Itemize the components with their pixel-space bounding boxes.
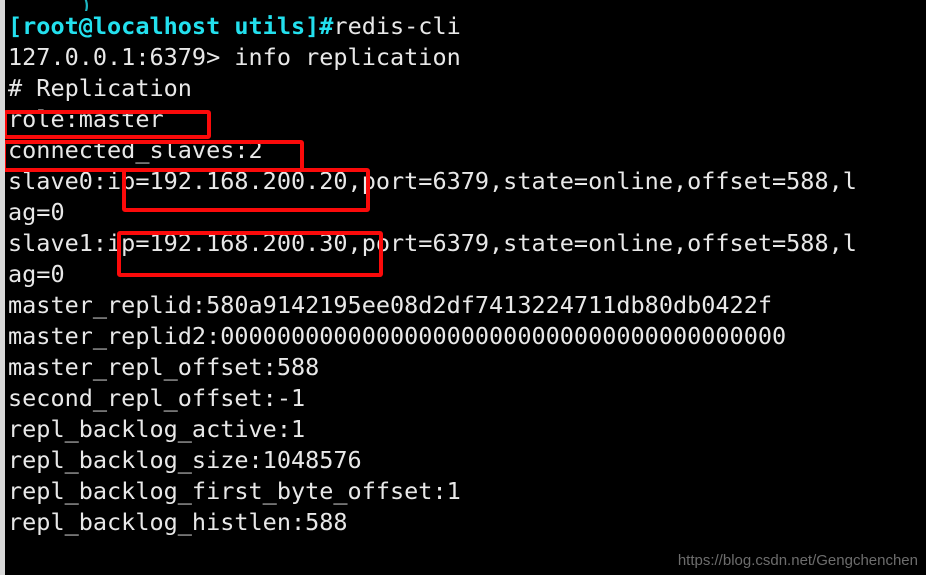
- master-replid-line: master_replid:580a9142195ee08d2df7413224…: [8, 290, 926, 321]
- repl-backlog-size-line: repl_backlog_size:1048576: [8, 445, 926, 476]
- partial-scrolled-line: ): [8, 0, 926, 11]
- master-repl-offset-line-seg-0: master_repl_offset:588: [8, 353, 320, 381]
- slave0-wrap-seg-0: ag=0: [8, 198, 65, 226]
- second-repl-offset-line-seg-0: second_repl_offset:-1: [8, 384, 306, 412]
- master-replid2-line-seg-0: master_replid2:0000000000000000000000000…: [8, 322, 787, 350]
- section-header: # Replication: [8, 73, 926, 104]
- prompt-line-seg-0: [root@localhost utils]#: [8, 12, 334, 40]
- command-line: 127.0.0.1:6379> info replication: [8, 42, 926, 73]
- highlight-slave1-ip: [117, 231, 383, 277]
- repl-backlog-histlen-line-seg-0: repl_backlog_histlen:588: [8, 508, 348, 536]
- repl-backlog-size-line-seg-0: repl_backlog_size:1048576: [8, 446, 362, 474]
- master-replid-line-seg-0: master_replid:580a9142195ee08d2df7413224…: [8, 291, 773, 319]
- highlight-role-master: [3, 110, 211, 139]
- repl-backlog-active-line: repl_backlog_active:1: [8, 414, 926, 445]
- repl-backlog-first-byte-line: repl_backlog_first_byte_offset:1: [8, 476, 926, 507]
- watermark: https://blog.csdn.net/Gengchenchen: [677, 552, 918, 569]
- repl-backlog-active-line-seg-0: repl_backlog_active:1: [8, 415, 306, 443]
- terminal-window: ) [root@localhost utils]#redis-cli127.0.…: [0, 0, 926, 575]
- slave1-wrap-seg-0: ag=0: [8, 260, 65, 288]
- command-line-seg-0: 127.0.0.1:6379> info replication: [8, 43, 461, 71]
- master-repl-offset-line: master_repl_offset:588: [8, 352, 926, 383]
- repl-backlog-first-byte-line-seg-0: repl_backlog_first_byte_offset:1: [8, 477, 461, 505]
- prompt-line-seg-1: redis-cli: [333, 12, 461, 40]
- master-replid2-line: master_replid2:0000000000000000000000000…: [8, 321, 926, 352]
- section-header-seg-0: # Replication: [8, 74, 192, 102]
- window-left-edge-strip: [0, 0, 5, 575]
- prompt-line: [root@localhost utils]#redis-cli: [8, 11, 926, 42]
- terminal-output[interactable]: ) [root@localhost utils]#redis-cli127.0.…: [8, 0, 926, 575]
- highlight-slave0-ip: [122, 168, 370, 212]
- second-repl-offset-line: second_repl_offset:-1: [8, 383, 926, 414]
- repl-backlog-histlen-line: repl_backlog_histlen:588: [8, 507, 926, 538]
